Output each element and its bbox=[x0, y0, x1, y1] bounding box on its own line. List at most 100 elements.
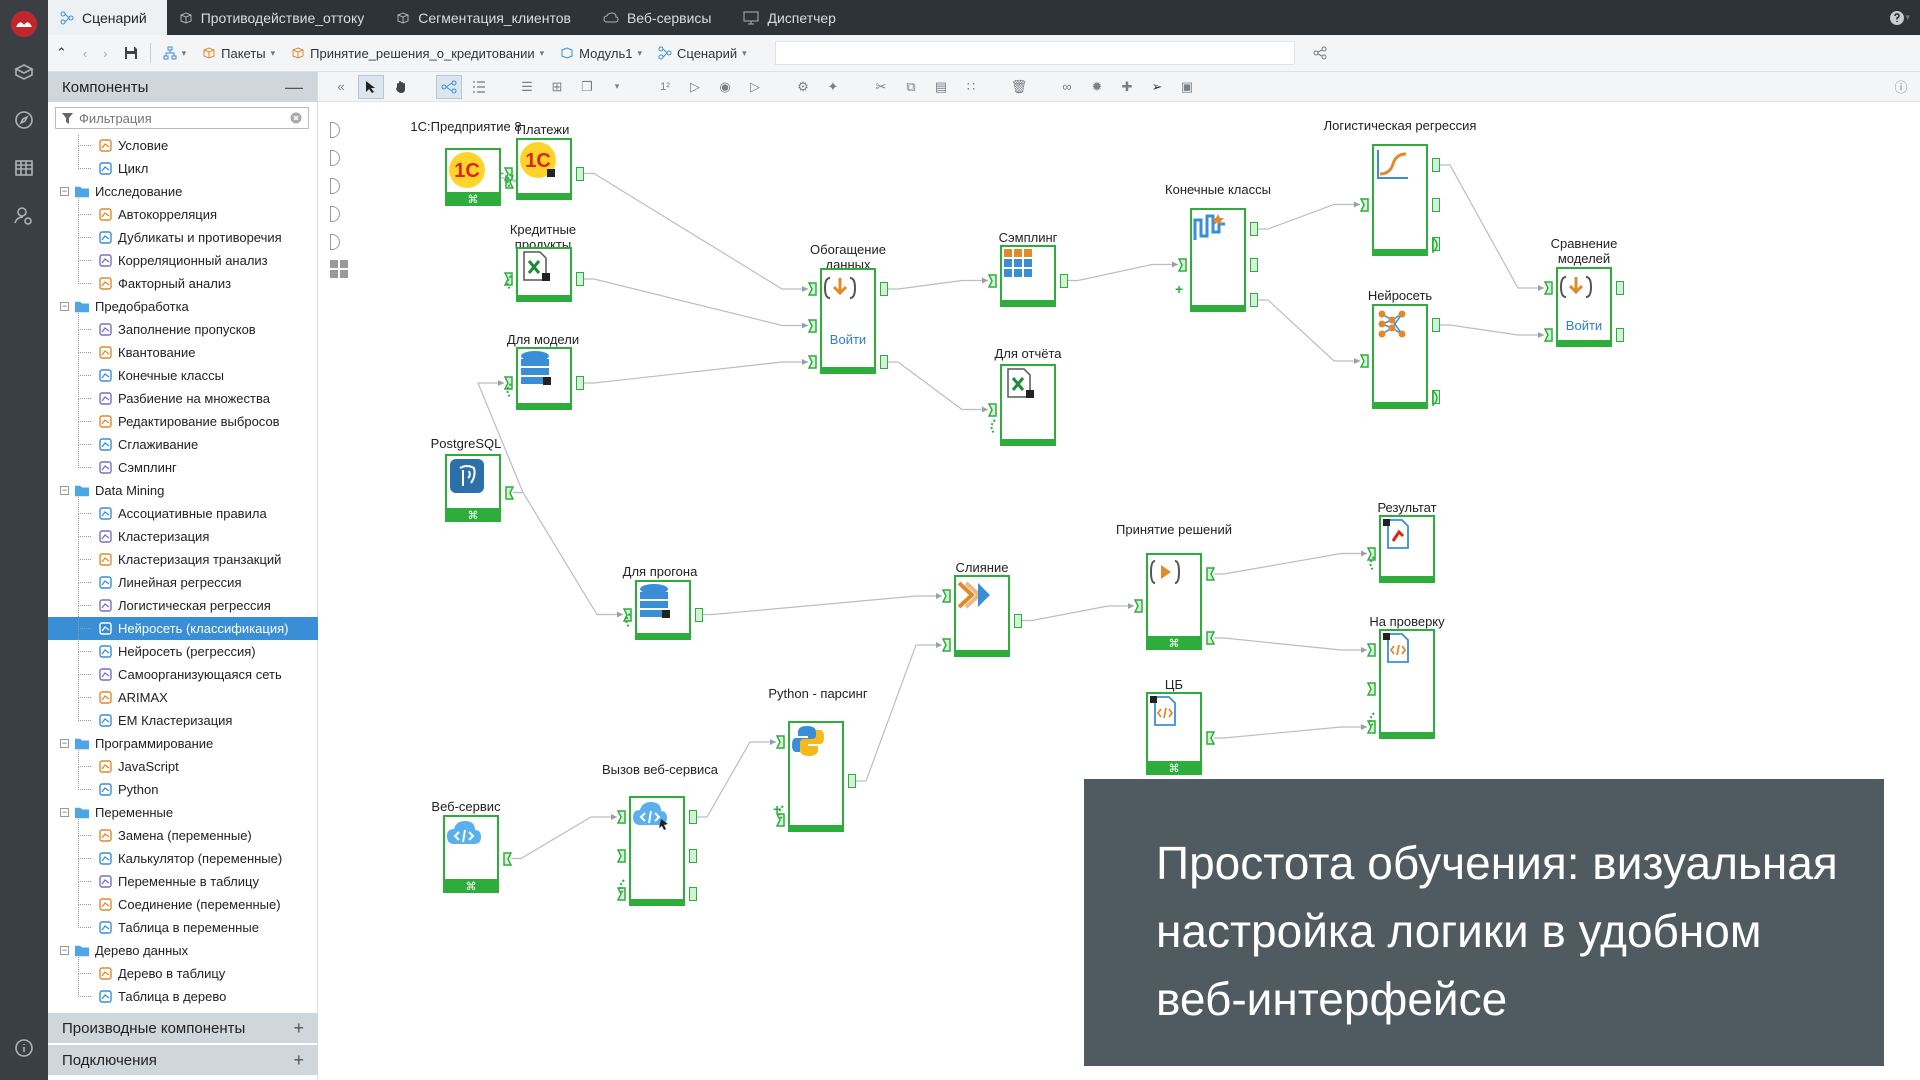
input-port[interactable] bbox=[1367, 643, 1376, 657]
align-button[interactable]: ☰ bbox=[514, 75, 540, 99]
compass-icon[interactable] bbox=[0, 96, 48, 144]
tab-web-services[interactable]: Веб-сервисы bbox=[591, 0, 732, 35]
node-enter-button[interactable]: Войти bbox=[830, 332, 866, 347]
node-python[interactable] bbox=[788, 721, 844, 832]
output-port[interactable] bbox=[689, 848, 697, 863]
node-enter-button[interactable]: Войти bbox=[1566, 318, 1602, 333]
node-credit[interactable] bbox=[516, 247, 572, 302]
connections-header[interactable]: Подключения + bbox=[48, 1045, 318, 1075]
connection-line[interactable] bbox=[697, 741, 776, 818]
settings-button[interactable]: ⚙ bbox=[790, 75, 816, 99]
model-output-port[interactable] bbox=[1432, 237, 1441, 253]
structure-dropdown[interactable]: ▾ bbox=[155, 46, 195, 60]
pin-button[interactable]: ➢ bbox=[1144, 75, 1170, 99]
user-settings-icon[interactable] bbox=[0, 192, 48, 240]
output-port[interactable] bbox=[1432, 197, 1440, 212]
input-port[interactable] bbox=[1134, 599, 1143, 613]
diagram-view-button[interactable] bbox=[436, 74, 462, 99]
expand-icon[interactable]: + bbox=[293, 1050, 304, 1071]
collapse-toggle-icon[interactable]: − bbox=[60, 187, 69, 196]
output-port[interactable] bbox=[1206, 731, 1215, 745]
node-connector-strip[interactable]: ⌘ bbox=[445, 192, 501, 206]
output-port[interactable] bbox=[1616, 328, 1624, 342]
tab-scenario[interactable]: Сценарий bbox=[48, 0, 167, 35]
node-sampling[interactable] bbox=[1000, 245, 1056, 307]
output-port[interactable] bbox=[1060, 273, 1068, 288]
tree-item[interactable]: Сэмплинг bbox=[48, 444, 318, 479]
connection-line[interactable] bbox=[888, 361, 988, 411]
connection-line[interactable] bbox=[513, 491, 623, 616]
node-ws[interactable]: ⌘ bbox=[443, 815, 499, 893]
collapse-panel-button[interactable]: « bbox=[328, 75, 354, 99]
tab-dispatcher[interactable]: Диспетчер bbox=[731, 0, 855, 35]
node-classes[interactable] bbox=[1190, 208, 1246, 312]
stop-button[interactable]: ◉ bbox=[712, 75, 738, 99]
node-run[interactable] bbox=[635, 580, 691, 640]
port-tool-icon[interactable] bbox=[330, 206, 340, 222]
input-port[interactable] bbox=[1360, 197, 1369, 212]
connection-line[interactable] bbox=[1214, 637, 1367, 651]
export-button[interactable]: ▣ bbox=[1174, 75, 1200, 99]
node-report[interactable] bbox=[1000, 364, 1056, 446]
node-check[interactable] bbox=[1379, 629, 1435, 739]
connection-line[interactable] bbox=[1258, 299, 1360, 362]
packages-icon[interactable] bbox=[0, 48, 48, 96]
copy-button[interactable]: ⧉ bbox=[898, 75, 924, 99]
variables-port-icon[interactable] bbox=[503, 383, 512, 399]
info-button[interactable]: ⓘ bbox=[1888, 75, 1914, 99]
connection-line[interactable] bbox=[1214, 552, 1367, 575]
list-view-button[interactable] bbox=[466, 75, 492, 99]
node-merge[interactable] bbox=[954, 575, 1010, 657]
nav-back-button[interactable]: ‹ bbox=[75, 46, 95, 61]
output-port[interactable] bbox=[1206, 567, 1215, 581]
variables-port-icon[interactable] bbox=[1366, 556, 1375, 572]
output-port[interactable] bbox=[576, 166, 584, 181]
node-result[interactable] bbox=[1379, 515, 1435, 583]
link-button[interactable]: ∞ bbox=[1054, 75, 1080, 99]
unlink-button[interactable]: ✹ bbox=[1084, 75, 1110, 99]
input-port[interactable] bbox=[808, 318, 817, 333]
node-connector-strip[interactable]: ⌘ bbox=[1146, 636, 1202, 650]
output-port[interactable] bbox=[1250, 293, 1258, 307]
connection-line[interactable] bbox=[1258, 203, 1360, 230]
node-logreg[interactable] bbox=[1372, 144, 1428, 256]
breadcrumb-packages[interactable]: Пакеты ▾ bbox=[194, 46, 283, 61]
breadcrumb-module[interactable]: Модуль1 ▾ bbox=[552, 46, 650, 61]
connection-line[interactable] bbox=[1440, 324, 1544, 336]
add-port-icon[interactable]: + bbox=[1175, 281, 1184, 297]
output-port[interactable] bbox=[848, 774, 856, 788]
output-port[interactable] bbox=[880, 282, 888, 296]
ungroup-button[interactable]: ▾ bbox=[604, 75, 630, 99]
input-port[interactable] bbox=[617, 848, 626, 863]
collapse-toggle-icon[interactable]: − bbox=[60, 486, 69, 495]
filter-field[interactable] bbox=[55, 107, 309, 129]
model-output-port[interactable] bbox=[1432, 390, 1441, 406]
tree-item[interactable]: Факторный анализ bbox=[48, 260, 318, 295]
node-pay[interactable]: 1С bbox=[516, 138, 572, 200]
port-tool-icon[interactable] bbox=[330, 122, 340, 138]
nav-forward-button[interactable]: › bbox=[95, 46, 115, 61]
node-connector-strip[interactable]: ⌘ bbox=[443, 879, 499, 893]
connection-line[interactable] bbox=[1022, 605, 1134, 622]
tab-segmentation[interactable]: Сегментация_клиентов bbox=[384, 0, 591, 35]
info-icon[interactable] bbox=[0, 1024, 48, 1072]
node-compare[interactable]: Войти bbox=[1556, 267, 1612, 347]
input-port[interactable] bbox=[988, 402, 997, 417]
app-logo[interactable] bbox=[0, 0, 48, 48]
output-port[interactable] bbox=[1250, 257, 1258, 272]
connection-line[interactable] bbox=[584, 172, 808, 290]
filter-input[interactable] bbox=[79, 110, 284, 126]
cut-button[interactable]: ✂ bbox=[868, 75, 894, 99]
node-enrich[interactable]: Войти bbox=[820, 268, 876, 374]
select-tool-button[interactable] bbox=[358, 74, 384, 99]
node-1c[interactable]: 1С ⌘ bbox=[445, 148, 501, 206]
input-port[interactable] bbox=[942, 638, 951, 652]
variables-port-icon[interactable] bbox=[1366, 712, 1375, 728]
input-port[interactable] bbox=[776, 735, 785, 749]
output-port[interactable] bbox=[576, 376, 584, 390]
variables-port-icon[interactable] bbox=[503, 173, 512, 189]
node-connector-strip[interactable]: ⌘ bbox=[445, 508, 501, 522]
node-decision[interactable]: ⌘ bbox=[1146, 553, 1202, 650]
tree-item[interactable]: EM Кластеризация bbox=[48, 697, 318, 732]
tree-item[interactable]: Таблица в дерево bbox=[48, 973, 318, 1008]
